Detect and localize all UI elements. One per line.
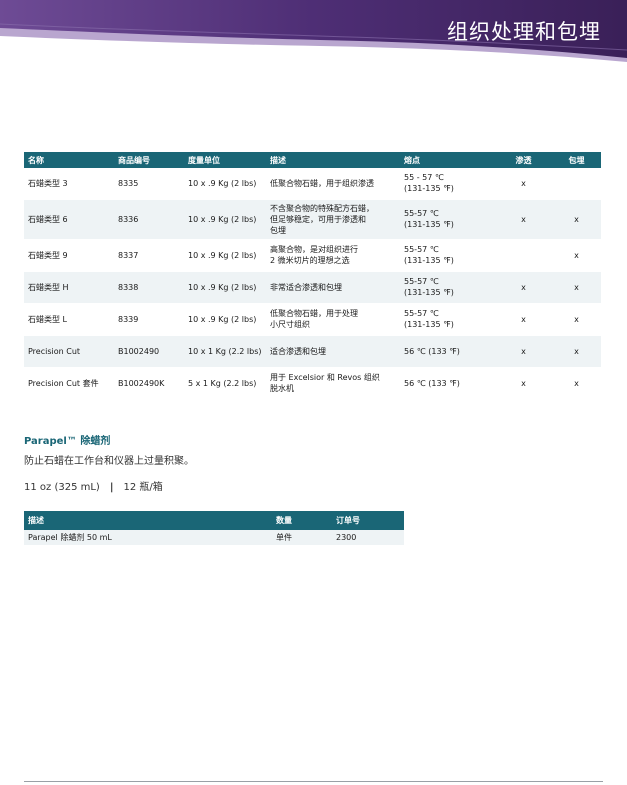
parapel-order-table: 描述 数量 订单号 Parapel 除蜡剂 50 mL 单件 2300 — [24, 511, 404, 545]
table-header-row: 名称 商品编号 度量单位 描述 熔点 渗透 包埋 — [24, 152, 601, 168]
embedding-mark: x — [552, 335, 601, 368]
col-header-name: 名称 — [24, 152, 114, 168]
parapel-pack: 12 瓶/箱 — [123, 482, 163, 493]
melting-point: 55-57 ℃ (131-135 ℉) — [400, 303, 495, 336]
col-header-order: 订单号 — [332, 511, 404, 530]
product-unit: 10 x .9 Kg (2 lbs) — [184, 239, 266, 272]
table-row: Precision Cut B1002490 10 x 1 Kg (2.2 lb… — [24, 335, 601, 368]
product-name: 石蜡类型 6 — [24, 199, 114, 240]
table-row: 石蜡类型 9 8337 10 x .9 Kg (2 lbs) 高聚合物，是对组织… — [24, 239, 601, 272]
product-desc: 非常适合渗透和包埋 — [266, 271, 400, 304]
table-header-row: 描述 数量 订单号 — [24, 511, 404, 530]
col-header-qty: 数量 — [272, 511, 332, 530]
product-code: 8335 — [114, 168, 184, 200]
product-code: 8337 — [114, 239, 184, 272]
product-desc: 不含聚合物的特殊配方石蜡， 但足够稳定，可用于渗透和 包埋 — [266, 199, 400, 240]
col-header-infiltration: 渗透 — [495, 152, 552, 168]
order-qty: 单件 — [272, 530, 332, 545]
infiltration-mark: x — [495, 303, 552, 336]
infiltration-mark — [495, 239, 552, 272]
melting-point: 55-57 ℃ (131-135 ℉) — [400, 271, 495, 304]
product-code: 8336 — [114, 199, 184, 240]
parapel-section-title: Parapel™ 除蜡剂 — [24, 436, 111, 447]
table-row: Parapel 除蜡剂 50 mL 单件 2300 — [24, 530, 404, 545]
product-code: 8338 — [114, 271, 184, 304]
product-desc: 用于 Excelsior 和 Revos 组织 脱水机 — [266, 367, 400, 400]
product-desc: 低聚合物石蜡，用于组织渗透 — [266, 168, 400, 200]
table-row: 石蜡类型 H 8338 10 x .9 Kg (2 lbs) 非常适合渗透和包埋… — [24, 271, 601, 304]
infiltration-mark: x — [495, 367, 552, 400]
embedding-mark: x — [552, 199, 601, 240]
parapel-size-line: 11 oz (325 mL) | 12 瓶/箱 — [24, 478, 163, 493]
product-unit: 10 x 1 Kg (2.2 lbs) — [184, 335, 266, 368]
col-header-unit: 度量单位 — [184, 152, 266, 168]
product-unit: 5 x 1 Kg (2.2 lbs) — [184, 367, 266, 400]
order-number: 2300 — [332, 530, 404, 545]
col-header-desc: 描述 — [24, 511, 272, 530]
melting-point: 55-57 ℃ (131-135 ℉) — [400, 239, 495, 272]
embedding-mark: x — [552, 271, 601, 304]
table-row: 石蜡类型 6 8336 10 x .9 Kg (2 lbs) 不含聚合物的特殊配… — [24, 199, 601, 240]
product-name: 石蜡类型 3 — [24, 168, 114, 200]
embedding-mark: x — [552, 303, 601, 336]
product-name: Precision Cut 套件 — [24, 367, 114, 400]
infiltration-mark: x — [495, 168, 552, 200]
col-header-code: 商品编号 — [114, 152, 184, 168]
infiltration-mark: x — [495, 271, 552, 304]
infiltration-mark: x — [495, 335, 552, 368]
footer-divider — [24, 781, 603, 782]
embedding-mark: x — [552, 239, 601, 272]
product-unit: 10 x .9 Kg (2 lbs) — [184, 303, 266, 336]
embedding-mark — [552, 168, 601, 200]
product-unit: 10 x .9 Kg (2 lbs) — [184, 168, 266, 200]
product-desc: 适合渗透和包埋 — [266, 335, 400, 368]
table-row: 石蜡类型 L 8339 10 x .9 Kg (2 lbs) 低聚合物石蜡，用于… — [24, 303, 601, 336]
order-desc: Parapel 除蜡剂 50 mL — [24, 530, 272, 545]
product-unit: 10 x .9 Kg (2 lbs) — [184, 271, 266, 304]
melting-point: 56 ℃ (133 ℉) — [400, 335, 495, 368]
melting-point: 55-57 ℃ (131-135 ℉) — [400, 199, 495, 240]
parapel-size: 11 oz (325 mL) — [24, 482, 100, 493]
col-header-embedding: 包埋 — [552, 152, 601, 168]
table-row: 石蜡类型 3 8335 10 x .9 Kg (2 lbs) 低聚合物石蜡，用于… — [24, 168, 601, 200]
header-banner: 组织处理和包埋 — [0, 0, 627, 66]
embedding-mark: x — [552, 367, 601, 400]
wax-product-table: 名称 商品编号 度量单位 描述 熔点 渗透 包埋 石蜡类型 3 8335 10 … — [24, 152, 601, 400]
product-name: Precision Cut — [24, 335, 114, 368]
col-header-melt: 熔点 — [400, 152, 495, 168]
size-separator: | — [109, 482, 114, 493]
page-title: 组织处理和包埋 — [447, 20, 601, 44]
product-name: 石蜡类型 L — [24, 303, 114, 336]
melting-point: 56 ℃ (133 ℉) — [400, 367, 495, 400]
col-header-desc: 描述 — [266, 152, 400, 168]
product-desc: 低聚合物石蜡，用于处理 小尺寸组织 — [266, 303, 400, 336]
infiltration-mark: x — [495, 199, 552, 240]
product-code: B1002490K — [114, 367, 184, 400]
product-unit: 10 x .9 Kg (2 lbs) — [184, 199, 266, 240]
product-code: 8339 — [114, 303, 184, 336]
parapel-description: 防止石蜡在工作台和仪器上过量积聚。 — [24, 456, 194, 467]
melting-point: 55 - 57 ℃ (131-135 ℉) — [400, 168, 495, 200]
product-name: 石蜡类型 H — [24, 271, 114, 304]
table-row: Precision Cut 套件 B1002490K 5 x 1 Kg (2.2… — [24, 367, 601, 400]
product-desc: 高聚合物，是对组织进行 2 微米切片的理想之选 — [266, 239, 400, 272]
product-code: B1002490 — [114, 335, 184, 368]
product-name: 石蜡类型 9 — [24, 239, 114, 272]
